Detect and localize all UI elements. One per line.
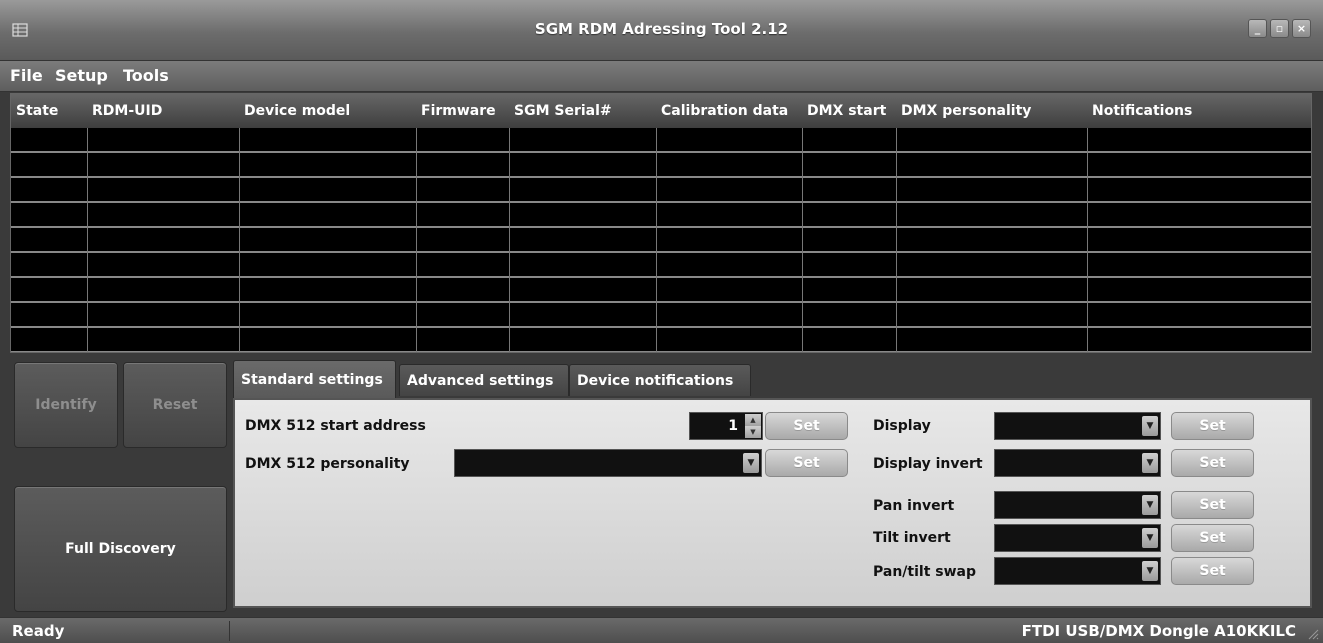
menu-bar: File Setup Tools [0,61,1323,92]
close-icon[interactable]: × [1292,19,1311,38]
personality-select[interactable]: ▼ [454,449,762,477]
pan-tilt-swap-select[interactable]: ▼ [994,557,1161,585]
display-label: Display [873,418,931,434]
spin-up-icon[interactable]: ▲ [745,414,761,426]
full-discovery-button[interactable]: Full Discovery [14,486,227,612]
column-header-sgm-serial[interactable]: SGM Serial# [509,94,656,128]
reset-button[interactable]: Reset [123,362,227,448]
table-row[interactable] [11,280,1311,303]
chevron-down-icon[interactable]: ▼ [743,453,759,473]
table-row[interactable] [11,130,1311,153]
column-divider [802,128,803,352]
tab-standard-settings[interactable]: Standard settings [233,360,396,398]
column-header-dmx-start[interactable]: DMX start [802,94,896,128]
table-header: State RDM-UID Device model Firmware SGM … [11,94,1311,128]
display-invert-label: Display invert [873,456,983,472]
set-display-invert-button[interactable]: Set [1171,449,1254,477]
chevron-down-icon[interactable]: ▼ [1142,416,1158,436]
set-start-address-button[interactable]: Set [765,412,848,440]
tab-device-notifications[interactable]: Device notifications [569,364,751,396]
column-header-dmx-personality[interactable]: DMX personality [896,94,1087,128]
set-pan-tilt-swap-button[interactable]: Set [1171,557,1254,585]
dongle-status: FTDI USB/DMX Dongle A10KKILC [1021,622,1296,640]
menu-file[interactable]: File [10,66,43,85]
tilt-invert-label: Tilt invert [873,530,951,546]
column-header-firmware[interactable]: Firmware [416,94,509,128]
chevron-down-icon[interactable]: ▼ [1142,453,1158,473]
table-row[interactable] [11,330,1311,352]
display-invert-select[interactable]: ▼ [994,449,1161,477]
column-divider [509,128,510,352]
column-divider [656,128,657,352]
set-pan-invert-button[interactable]: Set [1171,491,1254,519]
set-personality-button[interactable]: Set [765,449,848,477]
column-divider [239,128,240,352]
personality-label: DMX 512 personality [245,456,410,472]
window-title: SGM RDM Adressing Tool 2.12 [534,20,789,38]
set-display-button[interactable]: Set [1171,412,1254,440]
identify-button[interactable]: Identify [14,362,118,448]
pan-invert-select[interactable]: ▼ [994,491,1161,519]
status-text: Ready [12,622,65,640]
display-select[interactable]: ▼ [994,412,1161,440]
maximize-icon[interactable]: ▫ [1270,19,1289,38]
start-address-spinbox[interactable]: 1 ▲ ▼ [689,412,763,440]
column-header-rdm-uid[interactable]: RDM-UID [87,94,239,128]
set-tilt-invert-button[interactable]: Set [1171,524,1254,552]
table-row[interactable] [11,155,1311,178]
pan-tilt-swap-label: Pan/tilt swap [873,564,977,580]
chevron-down-icon[interactable]: ▼ [1142,528,1158,548]
column-header-calibration-data[interactable]: Calibration data [656,94,802,128]
chevron-down-icon[interactable]: ▼ [1142,495,1158,515]
resize-grip-icon[interactable] [1305,626,1319,640]
spin-down-icon[interactable]: ▼ [745,426,761,438]
start-address-value: 1 [728,418,738,434]
column-divider [87,128,88,352]
table-row[interactable] [11,255,1311,278]
column-header-state[interactable]: State [11,94,87,128]
action-panel: Identify Reset Full Discovery [10,358,230,613]
pan-invert-label: Pan invert [873,498,955,514]
table-row[interactable] [11,230,1311,253]
table-row[interactable] [11,180,1311,203]
tab-advanced-settings[interactable]: Advanced settings [399,364,569,396]
table-row[interactable] [11,205,1311,228]
device-table[interactable]: State RDM-UID Device model Firmware SGM … [10,93,1312,353]
menu-tools[interactable]: Tools [123,66,169,85]
column-divider [896,128,897,352]
standard-settings-panel: DMX 512 start address 1 ▲ ▼ Set DMX 512 … [233,398,1312,608]
column-divider [1087,128,1088,352]
status-divider [229,621,230,641]
menu-setup[interactable]: Setup [55,66,108,85]
column-header-notifications[interactable]: Notifications [1087,94,1311,128]
column-header-device-model[interactable]: Device model [239,94,416,128]
start-address-label: DMX 512 start address [245,418,426,434]
minimize-icon[interactable]: _ [1248,19,1267,38]
title-bar: SGM RDM Adressing Tool 2.12 _ ▫ × [0,0,1323,61]
tilt-invert-select[interactable]: ▼ [994,524,1161,552]
status-bar: Ready FTDI USB/DMX Dongle A10KKILC [0,617,1323,643]
column-divider [416,128,417,352]
table-row[interactable] [11,305,1311,328]
chevron-down-icon[interactable]: ▼ [1142,561,1158,581]
